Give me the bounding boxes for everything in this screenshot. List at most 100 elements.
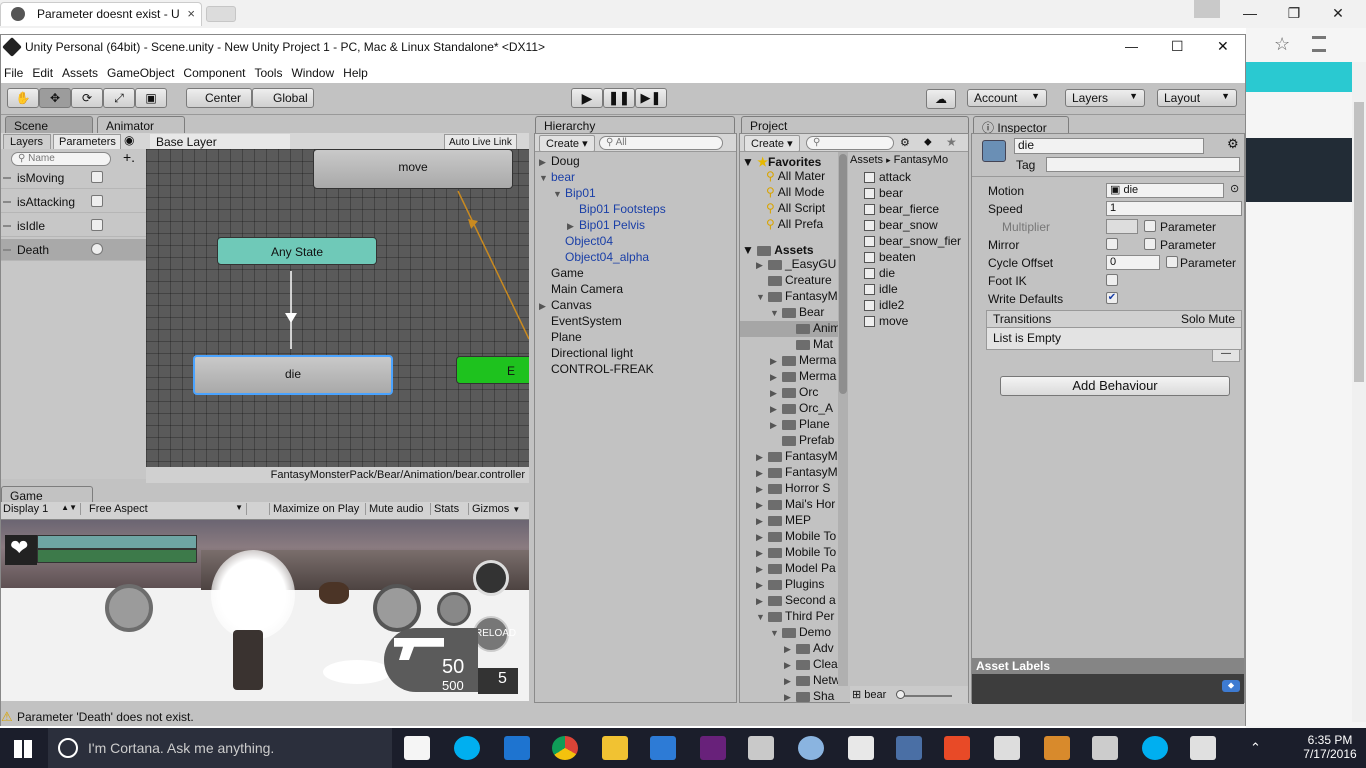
expand-right-icon[interactable]: ▶ (770, 388, 782, 399)
browser-scrollbar[interactable] (1352, 62, 1366, 722)
menu-gameobject[interactable]: GameObject (104, 61, 180, 80)
account-dropdown[interactable]: Account ▼ (967, 89, 1047, 107)
asset-folder-item[interactable]: Creature (740, 273, 838, 289)
expand-right-icon[interactable]: ▶ (784, 660, 796, 671)
animation-file-item[interactable]: move (864, 314, 968, 330)
drag-handle-icon[interactable] (3, 201, 11, 203)
state-move[interactable]: move (313, 149, 513, 189)
breadcrumb-fantasymo[interactable]: FantasyMo (894, 154, 948, 166)
chrome-icon[interactable] (552, 736, 578, 760)
paint-icon[interactable] (748, 736, 774, 760)
layout-dropdown[interactable]: Layout ▼ (1157, 89, 1237, 107)
hierarchy-item[interactable]: Plane (539, 330, 735, 346)
asset-folder-item[interactable]: ▶ Merma (740, 353, 838, 369)
browser-close-button[interactable]: ✕ (1316, 2, 1360, 24)
parameter-row-isattacking[interactable]: isAttacking (1, 191, 146, 213)
editor-icon[interactable] (1044, 736, 1070, 760)
media-player-icon[interactable] (944, 736, 970, 760)
remove-transition-button[interactable]: — (1212, 349, 1240, 362)
hierarchy-item[interactable]: Directional light (539, 346, 735, 362)
menu-help[interactable]: Help (340, 61, 374, 80)
animation-file-item[interactable]: bear_fierce (864, 202, 968, 218)
expand-right-icon[interactable]: ▶ (756, 452, 768, 463)
photos-icon[interactable] (848, 736, 874, 760)
left-joystick[interactable] (105, 584, 153, 632)
motion-field[interactable]: ▣ die (1106, 183, 1224, 198)
asset-folder-item[interactable]: ▶ Mai's Hor (740, 497, 838, 513)
asset-folder-item[interactable]: Mat (740, 337, 838, 353)
aspect-dropdown[interactable]: Free Aspect ▼ (89, 503, 247, 515)
scrollbar-thumb[interactable] (1354, 102, 1364, 382)
maximize-button[interactable]: ☐ (1171, 38, 1184, 55)
gizmos-dropdown[interactable]: Gizmos ▼ (468, 503, 523, 515)
new-tab-button[interactable] (206, 6, 236, 22)
parameter-row-isidle[interactable]: isIdle (1, 215, 146, 237)
asset-folder-item[interactable]: ▶ Adv (740, 641, 838, 657)
scale-tool-icon[interactable]: ⤢ (103, 88, 135, 108)
multiplier-parameter-checkbox[interactable] (1144, 220, 1156, 232)
expand-right-icon[interactable]: ▶ (784, 692, 796, 703)
expand-down-icon[interactable]: ▼ (539, 173, 551, 183)
tree-scrollbar-thumb[interactable] (839, 154, 847, 394)
asset-folder-item[interactable]: ▶ Sha (740, 689, 838, 704)
hierarchy-search-input[interactable]: ⚲ All (599, 136, 723, 150)
asset-folder-item[interactable]: ▼ Demo (740, 625, 838, 641)
expand-down-icon[interactable]: ▼ (756, 612, 768, 622)
eye-icon[interactable]: ◉ (124, 133, 134, 147)
expand-right-icon[interactable]: ▶ (539, 301, 551, 312)
project-search-input[interactable]: ⚲ (806, 136, 894, 150)
expand-right-icon[interactable]: ▶ (756, 548, 768, 559)
menu-window[interactable]: Window (288, 61, 340, 80)
tag-field[interactable] (1046, 157, 1240, 172)
expand-right-icon[interactable]: ▶ (770, 404, 782, 415)
hierarchy-item[interactable]: ▼ bear (539, 170, 735, 186)
project-create-dropdown[interactable]: Create ▾ (744, 135, 800, 152)
drag-handle-icon[interactable] (3, 225, 11, 227)
cloud-icon[interactable]: ☁ (926, 89, 956, 109)
filter-label-icon[interactable]: ⬥ (924, 136, 932, 149)
asset-folder-item[interactable]: Prefab (740, 433, 838, 449)
asset-labels-header[interactable]: Asset Labels (972, 658, 1244, 674)
menu-tools[interactable]: Tools (251, 61, 288, 80)
tab-animator[interactable]: Animator (97, 116, 185, 134)
expand-down-icon[interactable]: ▼ (770, 308, 782, 318)
tree-scrollbar[interactable] (838, 152, 848, 686)
base-layer-breadcrumb[interactable]: Base Layer (150, 134, 290, 150)
icon-size-slider[interactable] (898, 695, 952, 697)
add-parameter-icon[interactable]: +. (123, 149, 135, 165)
hand-tool-icon[interactable]: ✋ (7, 88, 39, 108)
settings-gear-icon[interactable]: ⚙ (1227, 136, 1239, 152)
display-dropdown[interactable]: Display 1 ▲▼ (3, 503, 81, 515)
label-tag-icon[interactable]: ⬥ (1222, 680, 1240, 692)
parameter-row-ismoving[interactable]: isMoving (1, 167, 146, 189)
expand-right-icon[interactable]: ▶ (567, 221, 579, 232)
parameter-checkbox[interactable] (91, 171, 103, 183)
profile-icon[interactable] (1194, 0, 1220, 18)
visual-studio-code-icon[interactable] (650, 736, 676, 760)
expand-right-icon[interactable]: ▶ (756, 260, 768, 271)
asset-folder-item[interactable]: ▶ Merma (740, 369, 838, 385)
expand-right-icon[interactable]: ▶ (756, 580, 768, 591)
asset-folder-item[interactable]: ▶ Horror S (740, 481, 838, 497)
expand-right-icon[interactable]: ▶ (756, 564, 768, 575)
asset-folder-item[interactable]: ▶ Second a (740, 593, 838, 609)
knife-button[interactable] (437, 592, 471, 626)
write-defaults-checkbox[interactable]: ✔ (1106, 292, 1118, 304)
favorite-item[interactable]: ⚲ All Mode (740, 185, 838, 201)
animation-file-item[interactable]: die (864, 266, 968, 282)
browser-restore-button[interactable]: ❐ (1272, 2, 1316, 24)
hierarchy-item[interactable]: Bip01 Footsteps (539, 202, 735, 218)
object-picker-icon[interactable]: ⊙ (1230, 182, 1239, 195)
animator-layers-tab[interactable]: Layers (3, 134, 51, 150)
parameter-row-death[interactable]: Death (1, 239, 146, 261)
asset-folder-item[interactable]: ▶ Clea (740, 657, 838, 673)
parameter-checkbox[interactable] (91, 219, 103, 231)
pause-button[interactable]: ❚❚ (603, 88, 635, 108)
skype-alt-icon[interactable] (1142, 736, 1168, 760)
bookmark-star-icon[interactable]: ☆ (1274, 34, 1290, 55)
expand-right-icon[interactable]: ▶ (756, 468, 768, 479)
expand-right-icon[interactable]: ▶ (756, 484, 768, 495)
parameter-search-input[interactable]: ⚲ Name (11, 152, 111, 166)
asset-folder-item[interactable]: ▶ FantasyM (740, 449, 838, 465)
expand-right-icon[interactable]: ▶ (539, 157, 551, 168)
